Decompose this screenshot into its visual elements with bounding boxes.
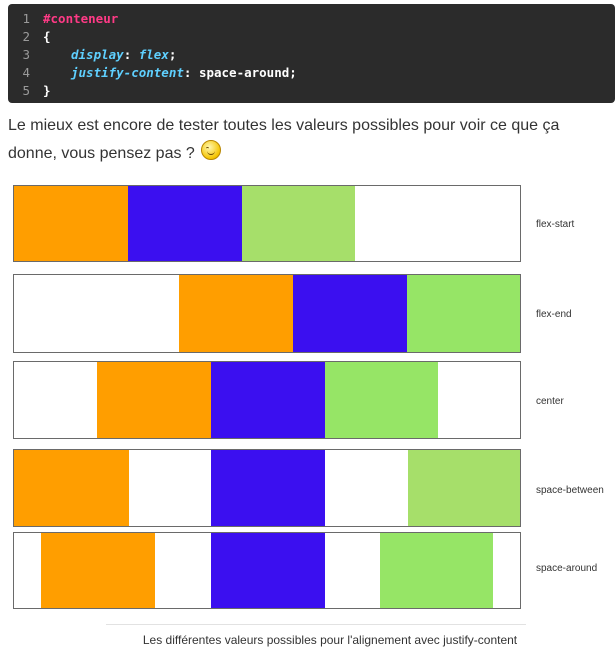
blue-box: [293, 275, 407, 352]
demo-row-space-around: [13, 532, 521, 609]
demo-row-center: [13, 361, 521, 439]
line-number: 2: [22, 29, 30, 44]
green-box: [325, 362, 438, 438]
css-property: display: [71, 47, 124, 62]
line-number: 5: [22, 83, 30, 98]
orange-box: [41, 533, 155, 608]
green-box: [407, 275, 520, 352]
line-number: 1: [22, 11, 30, 26]
green-box: [408, 450, 520, 526]
demo-row-flex-start: [13, 185, 521, 262]
row-label-flex-start: flex-start: [536, 219, 575, 230]
green-box: [242, 186, 355, 261]
css-property: justify-content: [71, 65, 184, 80]
blue-box: [128, 186, 242, 261]
row-label-center: center: [536, 396, 564, 407]
code-block: 1 #conteneur 2 { 3 display: flex; 4 just…: [8, 4, 615, 103]
paragraph-text: Le mieux est encore de tester toutes les…: [8, 117, 560, 162]
close-brace: }: [43, 83, 51, 98]
code-line-5: 5 }: [8, 82, 615, 100]
row-label-space-between: space-between: [536, 485, 604, 496]
blue-box: [211, 362, 325, 438]
code-line-2: 2 {: [8, 28, 615, 46]
demo-row-flex-end: [13, 274, 521, 353]
orange-box: [14, 186, 128, 261]
smiley-icon: [201, 140, 222, 160]
row-label-flex-end: flex-end: [536, 309, 572, 320]
css-selector: #conteneur: [43, 11, 119, 26]
demo-row-space-between: [13, 449, 521, 527]
code-line-1: 1 #conteneur: [8, 10, 615, 28]
css-value: space-around: [198, 65, 290, 80]
orange-box: [179, 275, 293, 352]
body-paragraph: Le mieux est encore de tester toutes les…: [8, 112, 608, 168]
line-number: 4: [22, 65, 30, 80]
row-label-space-around: space-around: [536, 563, 598, 574]
code-line-3: 3 display: flex;: [8, 46, 615, 64]
green-box: [380, 533, 493, 608]
open-brace: {: [43, 29, 51, 44]
line-number: 3: [22, 47, 30, 62]
orange-box: [14, 450, 129, 526]
code-line-4: 4 justify-content: space-around;: [8, 64, 615, 82]
blue-box: [211, 450, 325, 526]
blue-box: [211, 533, 325, 608]
css-value: flex: [138, 47, 169, 62]
caption-divider: [106, 624, 526, 625]
figure-caption: Les différentes valeurs possibles pour l…: [142, 633, 518, 647]
orange-box: [97, 362, 211, 438]
